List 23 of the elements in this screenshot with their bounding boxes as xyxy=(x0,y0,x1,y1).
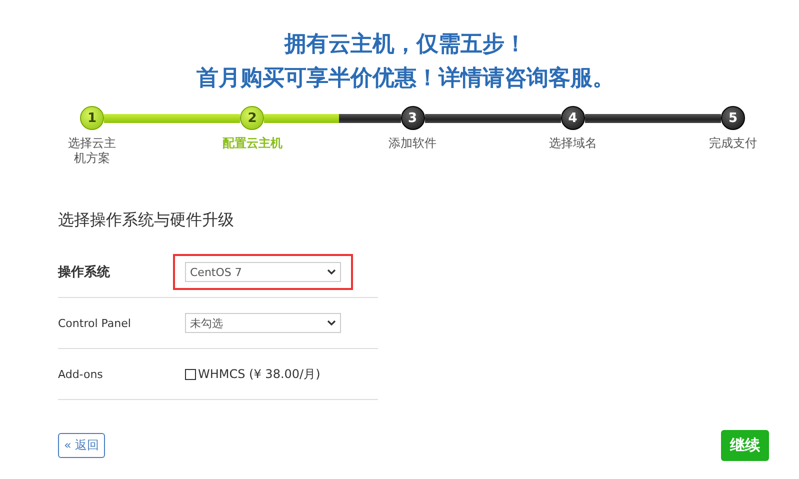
step-number: 4 xyxy=(560,106,585,130)
chevron-down-icon xyxy=(327,269,336,275)
addon-option[interactable]: WHMCS (¥ 38.00/月) xyxy=(185,366,320,382)
headline: 拥有云主机，仅需五步！ xyxy=(284,30,526,59)
checkbox[interactable] xyxy=(185,368,196,380)
step-label: 完成支付 xyxy=(708,136,758,151)
step-label: 选择域名 xyxy=(548,136,598,151)
select-field[interactable]: CentOS 7 xyxy=(185,262,341,282)
step-label: 配置云主机 xyxy=(222,136,282,151)
step-number: 5 xyxy=(721,106,745,130)
field-label: 操作系统 xyxy=(58,264,111,281)
back-button[interactable]: « 返回 xyxy=(58,433,106,458)
field-label: Control Panel xyxy=(58,316,132,330)
chevron-down-icon xyxy=(327,320,336,326)
section-title: 选择操作系统与硬件升级 xyxy=(58,210,235,231)
step-number: 1 xyxy=(80,106,104,130)
select-field[interactable]: 未勾选 xyxy=(185,313,341,333)
step-number: 2 xyxy=(240,106,264,130)
step-number: 3 xyxy=(400,106,424,130)
step-label: 添加软件 xyxy=(388,136,438,151)
headline: 首月购买可享半价优惠！详情请咨询客服。 xyxy=(196,64,614,93)
field-label: Add-ons xyxy=(58,368,104,380)
step-label: 选择云主机方案 xyxy=(67,136,117,166)
